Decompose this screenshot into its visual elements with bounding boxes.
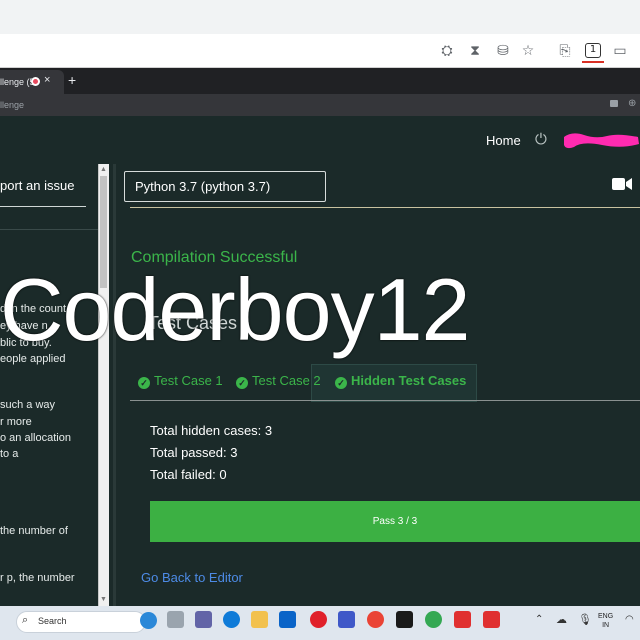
divider: [0, 206, 86, 207]
search-label: Search: [38, 616, 67, 626]
incognito-icon[interactable]: ⛭: [438, 42, 456, 60]
failed-total: Total failed: 0: [150, 467, 227, 482]
microphone-icon[interactable]: 🎙: [578, 613, 592, 626]
cloud-icon[interactable]: ☁: [556, 613, 567, 626]
extension-active-indicator: [582, 61, 604, 63]
edge-icon[interactable]: [223, 611, 240, 628]
tab-label: Hidden Test Cases: [351, 373, 467, 388]
problem-text: r p, the number: [0, 572, 75, 584]
lang-code: ENG: [598, 613, 614, 620]
file-explorer-icon[interactable]: [251, 611, 268, 628]
cast-icon[interactable]: ▭: [611, 42, 629, 60]
check-icon: ✓: [236, 377, 248, 389]
anydesk-alt-icon[interactable]: [483, 611, 500, 628]
check-icon: ✓: [335, 377, 347, 389]
problem-text: r more: [0, 416, 32, 428]
region-code: IN: [602, 622, 610, 629]
report-issue-link[interactable]: port an issue: [0, 178, 74, 193]
browser-titlebar: [0, 0, 640, 34]
check-icon: ✓: [138, 377, 150, 389]
taskbar-search[interactable]: [16, 611, 146, 633]
inner-address-bar[interactable]: llenge: [0, 94, 640, 116]
chevron-up-icon[interactable]: ⌃: [535, 614, 543, 625]
hidden-total: Total hidden cases: 3: [150, 423, 273, 438]
anydesk-icon[interactable]: [454, 611, 471, 628]
camera-icon[interactable]: [610, 100, 618, 107]
home-link[interactable]: Home: [486, 133, 521, 148]
language-indicator[interactable]: ENG IN: [598, 612, 613, 630]
inner-tab-strip: [0, 68, 640, 94]
mail-icon[interactable]: [279, 611, 296, 628]
copilot-icon[interactable]: [140, 612, 157, 629]
tab-title: llenge (5: [0, 77, 35, 87]
tab-test-case-1[interactable]: ✓ Test Case 1: [138, 373, 223, 389]
teams-icon[interactable]: [195, 611, 212, 628]
record-indicator-icon: [31, 77, 40, 86]
problem-text: o an allocation: [0, 432, 71, 444]
chrome-alt-icon[interactable]: [425, 611, 442, 628]
zoom-icon[interactable]: ⊕: [628, 98, 636, 109]
nvidia-icon[interactable]: [396, 611, 413, 628]
tab-label: Test Case 1: [154, 373, 223, 388]
tab-close-icon[interactable]: ×: [44, 74, 50, 86]
url-text: llenge: [0, 100, 25, 110]
power-icon[interactable]: ⏻: [535, 131, 547, 148]
panel-resize-handle[interactable]: [113, 164, 116, 606]
scroll-up-icon[interactable]: ▲: [100, 166, 107, 173]
problem-text: such a way: [0, 399, 56, 411]
redacted-username: [564, 133, 639, 149]
problem-panel: [0, 164, 98, 606]
browser-toolbar: ⛭ ⧗ ⛁ ☆ ⎘ 1 ▭: [0, 34, 640, 68]
hourglass-icon[interactable]: ⧗: [466, 42, 484, 60]
back-to-editor-link[interactable]: Go Back to Editor: [141, 570, 243, 585]
star-icon[interactable]: ☆: [519, 42, 537, 60]
passed-total: Total passed: 3: [150, 445, 238, 460]
problem-text: to a: [0, 448, 19, 460]
editor-divider: [130, 207, 640, 208]
wifi-icon[interactable]: ◠: [625, 614, 634, 625]
scroll-down-icon[interactable]: ▼: [100, 596, 107, 603]
puzzle-icon[interactable]: ⎘: [556, 42, 574, 60]
tab-hidden-test-cases[interactable]: ✓ Hidden Test Cases: [335, 373, 466, 389]
problem-text: the number of: [0, 525, 68, 537]
search-icon: ⌕: [22, 614, 29, 626]
opera-icon[interactable]: [310, 611, 327, 628]
new-tab-button[interactable]: +: [68, 72, 76, 88]
tabs-divider: [130, 400, 640, 401]
tab-label: Test Case 2: [252, 373, 321, 388]
divider: [0, 229, 98, 230]
pass-progress-bar: Pass 3 / 3: [150, 501, 640, 542]
language-select[interactable]: Python 3.7 (python 3.7): [124, 171, 326, 202]
extension-badge-icon[interactable]: 1: [585, 43, 601, 58]
app-icon[interactable]: [338, 611, 355, 628]
database-icon[interactable]: ⛁: [494, 42, 512, 60]
task-view-icon[interactable]: [167, 611, 184, 628]
watermark: Coderboy12: [0, 260, 470, 359]
tab-test-case-2[interactable]: ✓ Test Case 2: [236, 373, 321, 389]
video-icon[interactable]: [612, 177, 632, 191]
chrome-icon[interactable]: [367, 611, 384, 628]
